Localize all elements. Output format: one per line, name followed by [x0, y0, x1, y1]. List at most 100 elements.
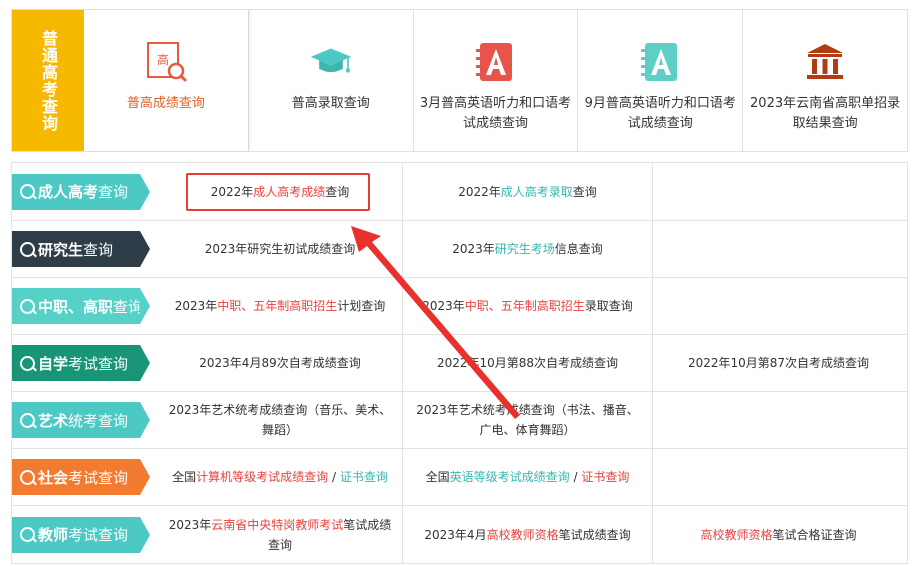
category-lite: 考试查询 [68, 526, 129, 544]
category-bold: 成人高考 [38, 183, 99, 201]
link-highlight: 高校教师资格 [700, 527, 773, 542]
category-social: 社会 考试查询 [12, 449, 158, 505]
search-icon [20, 241, 35, 257]
building-icon [803, 40, 847, 84]
top-item-september-english[interactable]: 9月普高英语听力和口语考试成绩查询 [577, 10, 742, 151]
category-tag: 中职、高职 查询 [12, 288, 150, 324]
table-row: 艺术 统考查询 2023年艺术统考成绩查询（音乐、美术、舞蹈） 2023年艺术统考… [12, 391, 907, 448]
category-postgraduate: 研究生 查询 [12, 221, 158, 277]
link-text: 2022年10月第87次自考成绩查询 [687, 356, 870, 370]
category-self-study: 自学 考试查询 [12, 335, 158, 391]
link-english-rank-exam[interactable]: 全国英语等级考试成绩查询 / 证书查询 [402, 449, 652, 505]
search-icon [20, 355, 35, 371]
link-text: 2023年艺术统考成绩查询（音乐、美术、舞蹈） [168, 403, 392, 437]
category-teacher: 教师 考试查询 [12, 506, 158, 563]
empty-cell [652, 163, 904, 220]
top-item-admission-query[interactable]: 普高录取查询 [247, 10, 413, 151]
link-2022-adult-admission[interactable]: 2022年成人高考录取查询 [402, 163, 652, 220]
link-highlight: 中职、五年制高职招生 [464, 299, 585, 313]
link-text: 2023年 [174, 299, 218, 313]
category-bold: 社会 [38, 468, 69, 487]
top-item-yunnan-vocational[interactable]: 2023年云南省高职单招录取结果查询 [742, 10, 907, 151]
category-lite: 查询 [83, 240, 114, 259]
link-2023-arts-music[interactable]: 2023年艺术统考成绩查询（音乐、美术、舞蹈） [158, 392, 402, 448]
table-row: 教师 考试查询 2023年云南省中央特岗教师考试笔试成绩查询 2023年4月高校教… [12, 505, 907, 563]
link-2022-oct-87-selfstudy[interactable]: 2022年10月第87次自考成绩查询 [652, 335, 904, 391]
link-2022-adult-score[interactable]: 2022年成人高考成绩查询 [158, 163, 402, 220]
category-lite: 考试查询 [68, 354, 129, 373]
link-2023-yunnan-teacher[interactable]: 2023年云南省中央特岗教师考试笔试成绩查询 [158, 506, 402, 563]
category-tag: 艺术 统考查询 [12, 402, 150, 438]
link-text: 信息查询 [554, 242, 603, 256]
link-2023-postgrad-venue[interactable]: 2023年研究生考场信息查询 [402, 221, 652, 277]
category-lite: 查询 [98, 183, 129, 201]
link-text: 笔试成绩查询 [558, 527, 631, 542]
link-text: 2023年 [422, 299, 465, 313]
link-text: 2022年10月第88次自考成绩查询 [436, 356, 619, 370]
link-computer-rank-exam[interactable]: 全国计算机等级考试成绩查询 / 证书查询 [158, 449, 402, 505]
link-2023-postgrad-score[interactable]: 2023年研究生初试成绩查询 [158, 221, 402, 277]
link-text: 2023年4月89次自考成绩查询 [199, 356, 361, 370]
top-item-label: 2023年云南省高职单招录取结果查询 [750, 96, 901, 131]
link-text: 录取查询 [584, 299, 633, 313]
link-2023-april-college-teacher[interactable]: 2023年4月高校教师资格笔试成绩查询 [402, 506, 652, 563]
link-highlight: 高校教师资格 [486, 527, 559, 542]
category-bold: 艺术 [38, 411, 69, 430]
link-highlight: 中职、五年制高职招生 [217, 299, 338, 313]
category-arts: 艺术 统考查询 [12, 392, 158, 448]
link-text: 笔试合格证查询 [772, 527, 857, 542]
category-adult-gaokao: 成人高考 查询 [12, 163, 158, 220]
link-2023-vocational-plan[interactable]: 2023年中职、五年制高职招生计划查询 [158, 278, 402, 334]
empty-cell [652, 278, 904, 334]
category-tag: 社会 考试查询 [12, 459, 150, 495]
category-tag: 成人高考 查询 [12, 173, 150, 210]
certificate-query-link[interactable]: 证书查询 [581, 470, 629, 484]
link-highlight[interactable]: 英语等级考试成绩查询 [450, 470, 570, 484]
table-row: 自学 考试查询 2023年4月89次自考成绩查询 2022年10月第88次自考成绩… [12, 334, 907, 391]
table-row: 成人高考 查询 2022年成人高考成绩查询 2022年成人高考录取查询 [12, 163, 907, 220]
search-icon [20, 412, 35, 428]
category-lite: 查询 [113, 297, 144, 316]
gaokao-query-panel: 普通高考查询 高 普高成绩查询 普高录取查询 3月普高英语听力和口语考试成绩查询… [11, 9, 908, 152]
category-lite: 考试查询 [68, 468, 129, 487]
top-item-score-query[interactable]: 高 普高成绩查询 [84, 10, 248, 151]
letter-a-book-icon [473, 40, 517, 84]
empty-cell [652, 449, 904, 505]
table-row: 中职、高职 查询 2023年中职、五年制高职招生计划查询 2023年中职、五年制高… [12, 277, 907, 334]
search-doc-icon-glyph: 高 [157, 52, 169, 67]
link-2023-vocational-admission[interactable]: 2023年中职、五年制高职招生录取查询 [402, 278, 652, 334]
gaokao-section-title: 普通高考查询 [39, 29, 58, 132]
link-highlight: 云南省中央特岗教师考试 [211, 517, 344, 532]
category-bold: 中职、高职 [38, 297, 114, 316]
top-item-march-english[interactable]: 3月普高英语听力和口语考试成绩查询 [412, 10, 578, 151]
category-vocational: 中职、高职 查询 [12, 278, 158, 334]
link-highlight: 研究生考场 [494, 242, 555, 256]
link-text: 2022年 [210, 184, 254, 199]
search-icon [20, 298, 35, 314]
link-text: 2023年研究生初试成绩查询 [204, 242, 356, 256]
link-text: 查询 [325, 184, 350, 199]
top-item-label: 普高录取查询 [291, 96, 370, 111]
certificate-query-link[interactable]: 证书查询 [340, 470, 388, 484]
link-2022-oct-88-selfstudy[interactable]: 2022年10月第88次自考成绩查询 [402, 335, 652, 391]
link-2023-arts-calligraphy[interactable]: 2023年艺术统考成绩查询（书法、播音、广电、体育舞蹈） [402, 392, 652, 448]
link-text: 查询 [572, 184, 597, 199]
link-highlight[interactable]: 计算机等级考试成绩查询 [196, 470, 328, 484]
link-college-teacher-certificate[interactable]: 高校教师资格笔试合格证查询 [652, 506, 904, 563]
category-bold: 研究生 [38, 240, 84, 259]
link-highlight: 成人高考成绩 [253, 184, 326, 199]
table-row: 社会 考试查询 全国计算机等级考试成绩查询 / 证书查询 全国英语等级考试成绩查询… [12, 448, 907, 505]
link-text: 2023年4月 [424, 527, 487, 542]
search-icon [20, 469, 35, 485]
link-separator: / [569, 470, 582, 484]
link-highlight: 成人高考录取 [500, 184, 573, 199]
category-bold: 自学 [38, 354, 69, 373]
link-text: 计划查询 [337, 299, 386, 313]
letter-a-book-icon [638, 40, 682, 84]
category-tag: 自学 考试查询 [12, 345, 150, 381]
link-text: 全国 [172, 470, 197, 484]
link-text: 全国 [425, 470, 450, 484]
link-2023-april-selfstudy[interactable]: 2023年4月89次自考成绩查询 [158, 335, 402, 391]
category-tag: 教师 考试查询 [12, 516, 150, 553]
link-text: 2023年 [452, 242, 495, 256]
